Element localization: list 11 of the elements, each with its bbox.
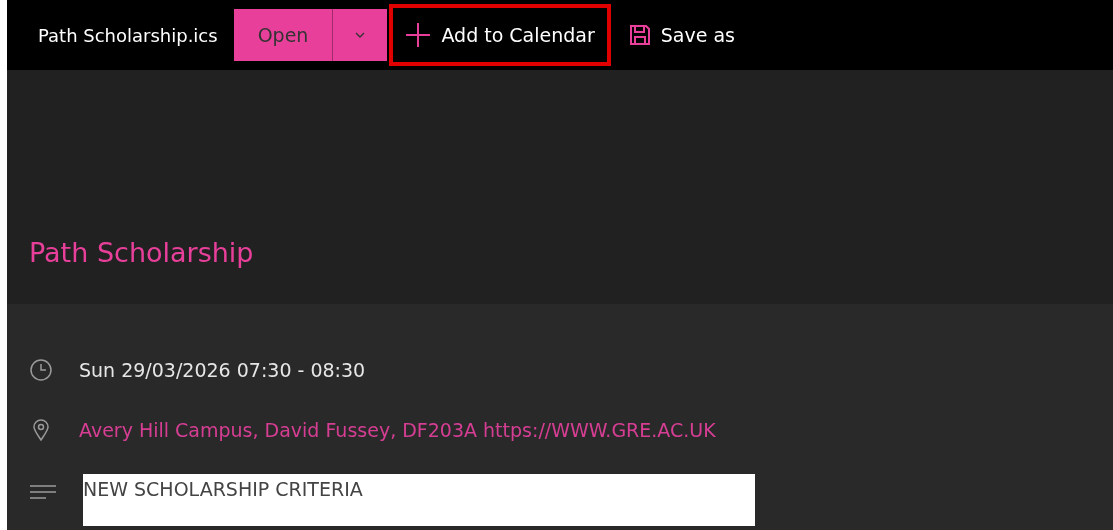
plus-icon [405, 22, 432, 48]
event-title: Path Scholarship [29, 237, 254, 268]
save-as-button[interactable]: Save as [612, 4, 751, 66]
file-name: Path Scholarship.ics [38, 24, 218, 46]
dropdown-button[interactable] [333, 9, 388, 61]
description-field[interactable]: NEW SCHOLARSHIP CRITERIA [83, 474, 755, 526]
chevron-down-icon [354, 31, 367, 39]
description-lines-icon [29, 484, 57, 500]
add-to-calendar-button[interactable]: Add to Calendar [389, 4, 611, 66]
clock-icon [29, 358, 53, 382]
event-time: Sun 29/03/2026 07:30 - 08:30 [79, 359, 366, 381]
